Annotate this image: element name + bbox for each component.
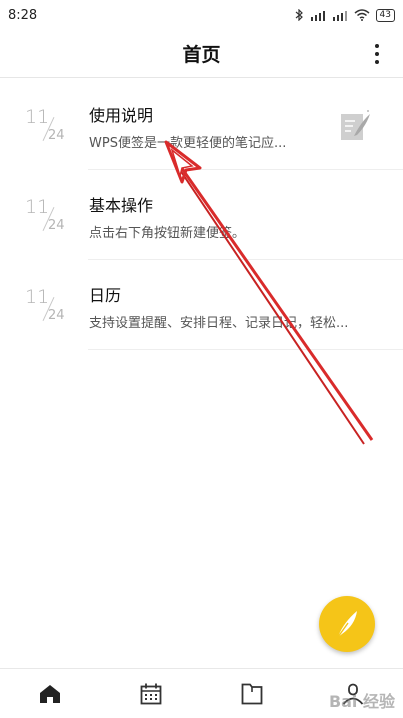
battery-indicator: 43 bbox=[375, 8, 395, 22]
nav-home[interactable] bbox=[0, 669, 101, 718]
note-list: 11 24 使用说明 WPS便签是一款更轻便的笔记应... 11 24 基本操作… bbox=[0, 80, 403, 350]
wifi-icon bbox=[354, 9, 370, 21]
note-title: 日历 bbox=[89, 286, 122, 305]
note-snippet: 点击右下角按钮新建便签。 bbox=[89, 226, 246, 241]
signal-icon bbox=[310, 10, 325, 21]
list-divider bbox=[88, 349, 403, 350]
more-dot-icon bbox=[375, 60, 379, 64]
note-date-month: 11 bbox=[25, 286, 50, 308]
new-note-button[interactable] bbox=[319, 596, 375, 652]
bluetooth-icon bbox=[295, 9, 303, 21]
note-date: 11 24 bbox=[22, 106, 70, 146]
note-title: 使用说明 bbox=[89, 106, 154, 125]
note-item[interactable]: 11 24 基本操作 点击右下角按钮新建便签。 bbox=[0, 170, 403, 260]
status-bar: 8:28 43 bbox=[0, 0, 403, 30]
folder-icon bbox=[241, 683, 263, 704]
note-date-month: 11 bbox=[25, 196, 50, 218]
note-snippet: 支持设置提醒、安排日程、记录日记，轻松... bbox=[89, 316, 349, 331]
more-options-button[interactable] bbox=[365, 40, 389, 68]
note-item[interactable]: 11 24 日历 支持设置提醒、安排日程、记录日记，轻松... bbox=[0, 260, 403, 350]
note-thumbnail-icon bbox=[341, 110, 370, 140]
note-date: 11 24 bbox=[22, 196, 70, 236]
note-item[interactable]: 11 24 使用说明 WPS便签是一款更轻便的笔记应... bbox=[0, 80, 403, 170]
calendar-icon bbox=[140, 683, 162, 704]
note-date-day: 24 bbox=[48, 128, 65, 143]
feather-pen-icon bbox=[337, 611, 357, 638]
status-icons: 43 bbox=[295, 8, 395, 22]
note-title: 基本操作 bbox=[89, 196, 154, 215]
note-date-month: 11 bbox=[25, 106, 50, 128]
status-time: 8:28 bbox=[8, 7, 38, 23]
more-dot-icon bbox=[375, 52, 379, 56]
signal-icon-2 bbox=[332, 10, 347, 21]
nav-folder[interactable] bbox=[202, 669, 303, 718]
home-icon bbox=[40, 684, 61, 703]
more-dot-icon bbox=[375, 44, 379, 48]
page-title: 首页 bbox=[182, 44, 221, 66]
note-date: 11 24 bbox=[22, 286, 70, 326]
note-date-day: 24 bbox=[48, 308, 65, 323]
nav-calendar[interactable] bbox=[101, 669, 202, 718]
note-snippet: WPS便签是一款更轻便的笔记应... bbox=[89, 136, 287, 151]
watermark-logo: Bai 经验 bbox=[328, 692, 395, 711]
app-bar: 首页 bbox=[0, 30, 403, 78]
note-date-day: 24 bbox=[48, 218, 65, 233]
